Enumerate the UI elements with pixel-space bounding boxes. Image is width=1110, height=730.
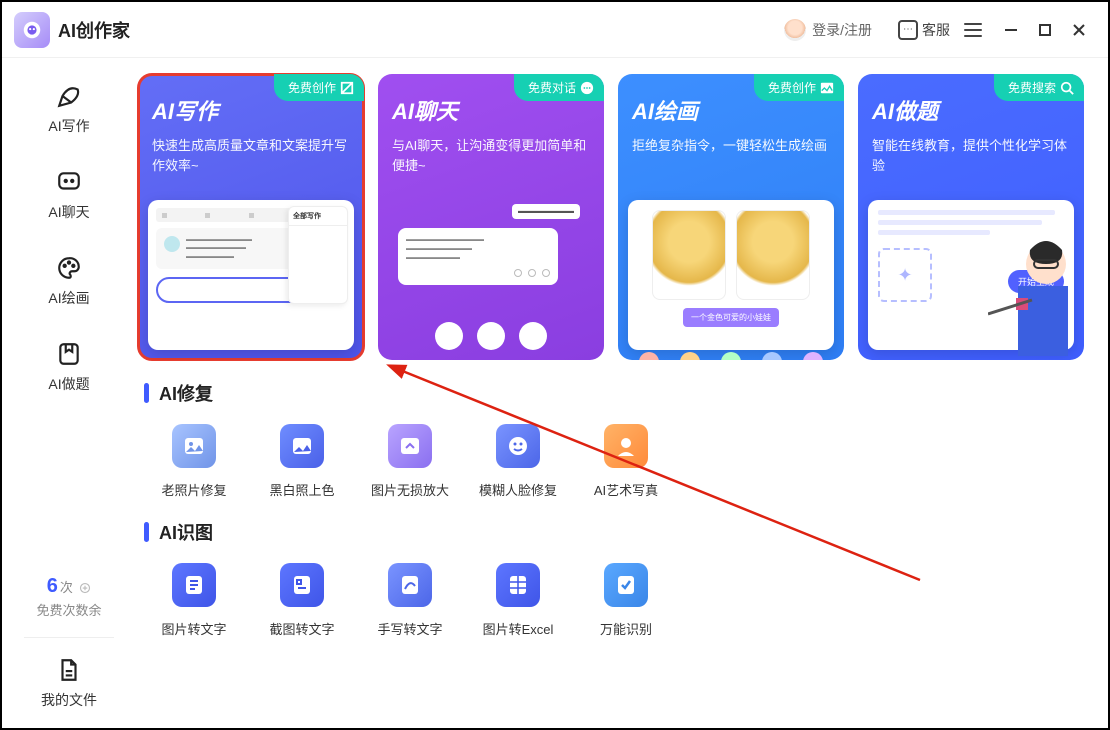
card-preview: ▬▬▬▬▬▬▬▬ ▬▬▬▬▬▬▬▬▬▬▬▬▬▬▬▬▬▬▬▬▬▬▬▬▬▬▬▬▬▬▬… <box>388 200 594 350</box>
ocr-grid: 图片转文字 截图转文字 手写转文字 图片转Excel 万能识别 <box>136 563 1098 638</box>
tool-universal-ocr[interactable]: 万能识别 <box>586 563 666 638</box>
nav-ai-homework[interactable]: AI做题 <box>48 340 89 394</box>
card-desc: 拒绝复杂指令，一键轻松生成绘画 <box>632 136 830 156</box>
section-title-repair: AI修复 <box>144 380 1098 406</box>
card-ai-chat[interactable]: 免费对话 AI聊天 与AI聊天，让沟通变得更加简单和便捷~ ▬▬▬▬▬▬▬▬ ▬… <box>378 74 604 360</box>
nav-ai-paint[interactable]: AI绘画 <box>48 254 89 308</box>
maximize-button[interactable] <box>1028 13 1062 47</box>
edit-icon <box>340 81 354 95</box>
search-icon <box>1060 81 1074 95</box>
file-icon <box>55 656 83 684</box>
tool-upscale[interactable]: 图片无损放大 <box>370 424 450 499</box>
tool-image-to-text[interactable]: 图片转文字 <box>154 563 234 638</box>
header: AI创作家 登录/注册 ⋯ 客服 <box>2 2 1108 58</box>
card-ai-paint[interactable]: 免费创作 AI绘画 拒绝复杂指令，一键轻松生成绘画 一个金色可爱的小娃娃 <box>618 74 844 360</box>
app-logo <box>14 12 50 48</box>
card-preview: 一个金色可爱的小娃娃 <box>628 200 834 350</box>
support-button[interactable]: ⋯ 客服 <box>892 16 956 44</box>
teacher-illustration <box>988 226 1078 356</box>
nav-ai-chat[interactable]: AI聊天 <box>48 168 89 222</box>
dots-icon <box>580 81 594 95</box>
badge-free-create: 免费创作 <box>274 74 364 101</box>
tool-old-photo-repair[interactable]: 老照片修复 <box>154 424 234 499</box>
login-link[interactable]: 登录/注册 <box>812 20 872 40</box>
support-label: 客服 <box>922 20 950 40</box>
card-ai-writing[interactable]: 免费创作 AI写作 快速生成高质量文章和文案提升写作效率~ ▬▬▬▬▬▬▬▬▬▬… <box>138 74 364 360</box>
sidebar: AI写作 AI聊天 AI绘画 AI做题 6次 免费次数余 我的文件 <box>2 58 136 728</box>
card-desc: 快速生成高质量文章和文案提升写作效率~ <box>152 136 350 175</box>
tool-colorize[interactable]: 黑白照上色 <box>262 424 342 499</box>
avatar-icon[interactable] <box>784 19 806 41</box>
tool-image-to-excel[interactable]: 图片转Excel <box>478 563 558 638</box>
card-preview: ▬▬▬▬▬▬▬▬▬▬▬▬▬▬▬▬▬▬▬▬▬▬▬▬▬▬▬▬▬ 全部写作 <box>148 200 354 350</box>
bookmark-square-icon <box>55 340 83 368</box>
menu-icon[interactable] <box>964 23 982 37</box>
palette-icon <box>55 254 83 282</box>
main-content: 免费创作 AI写作 快速生成高质量文章和文案提升写作效率~ ▬▬▬▬▬▬▬▬▬▬… <box>136 58 1108 728</box>
tool-handwriting-to-text[interactable]: 手写转文字 <box>370 563 450 638</box>
badge-free-chat: 免费对话 <box>514 74 604 101</box>
free-count[interactable]: 6次 免费次数余 <box>36 575 101 619</box>
sidebar-divider <box>24 637 114 638</box>
pen-icon <box>55 82 83 110</box>
chat-bubble-icon <box>55 168 83 196</box>
minimize-button[interactable] <box>994 13 1028 47</box>
card-desc: 与AI聊天，让沟通变得更加简单和便捷~ <box>392 136 590 175</box>
tool-face-repair[interactable]: 模糊人脸修复 <box>478 424 558 499</box>
close-button[interactable] <box>1062 13 1096 47</box>
repair-grid: 老照片修复 黑白照上色 图片无损放大 模糊人脸修复 AI艺术写真 <box>136 424 1098 499</box>
chat-icon: ⋯ <box>898 20 918 40</box>
feature-cards: 免费创作 AI写作 快速生成高质量文章和文案提升写作效率~ ▬▬▬▬▬▬▬▬▬▬… <box>136 74 1098 360</box>
tool-screenshot-to-text[interactable]: 截图转文字 <box>262 563 342 638</box>
app-title: AI创作家 <box>58 17 130 43</box>
plus-circle-icon <box>79 582 91 594</box>
badge-free-search: 免费搜索 <box>994 74 1084 101</box>
image-icon <box>820 81 834 95</box>
section-title-ocr: AI识图 <box>144 519 1098 545</box>
card-preview: ✦ 开始生成 <box>868 200 1074 350</box>
nav-my-files[interactable]: 我的文件 <box>41 656 97 710</box>
card-desc: 智能在线教育，提供个性化学习体验 <box>872 136 1070 175</box>
tool-ai-portrait[interactable]: AI艺术写真 <box>586 424 666 499</box>
badge-free-create: 免费创作 <box>754 74 844 101</box>
nav-ai-writing[interactable]: AI写作 <box>48 82 89 136</box>
card-ai-homework[interactable]: 免费搜索 AI做题 智能在线教育，提供个性化学习体验 ✦ 开始生成 <box>858 74 1084 360</box>
